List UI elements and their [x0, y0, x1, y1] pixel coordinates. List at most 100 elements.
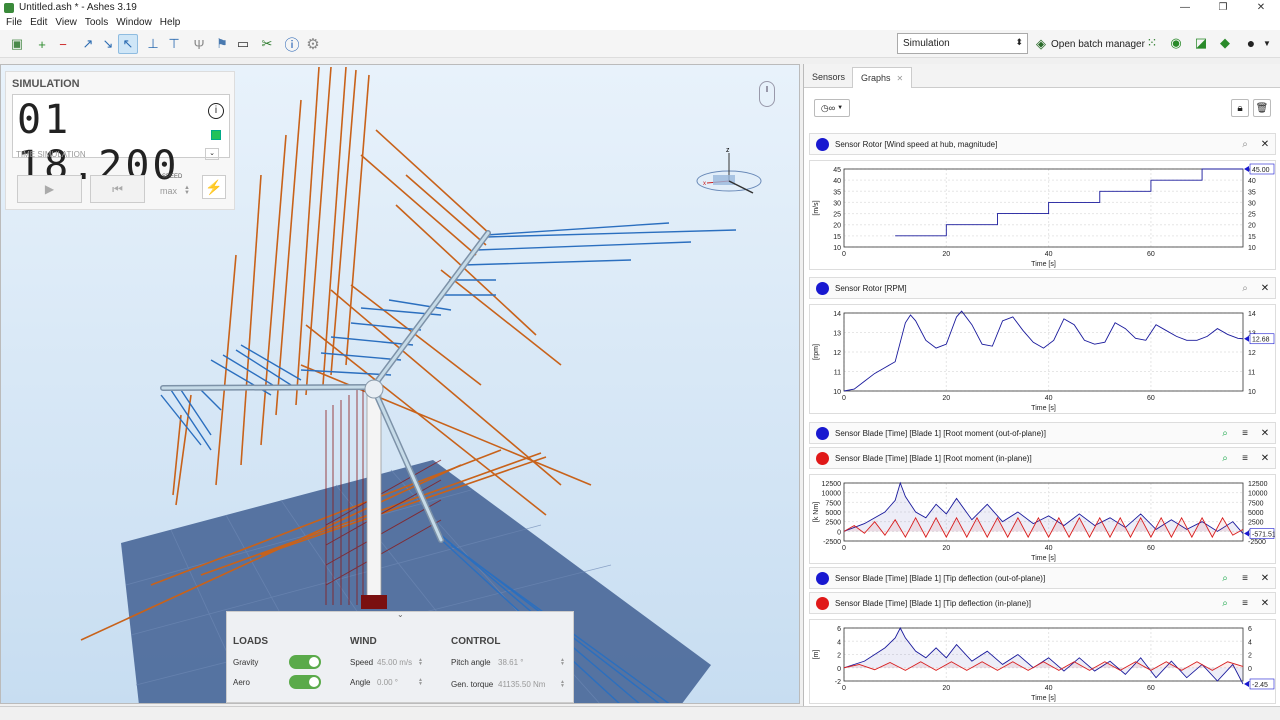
zoom-icon[interactable]: ⌕ [1215, 428, 1235, 439]
close-icon[interactable]: ✕ [897, 74, 904, 83]
gen-torque-input[interactable]: 41135.50 Nm [498, 680, 545, 689]
database-icon[interactable]: ◉ [1167, 34, 1185, 52]
remove-element-icon[interactable]: ↘ [98, 34, 118, 54]
menu-tools[interactable]: Tools [85, 17, 108, 28]
play-button[interactable]: ▶ [17, 175, 82, 203]
remove-sensor-icon[interactable]: ⊤ [164, 34, 184, 54]
add-node-icon[interactable]: + [32, 34, 52, 54]
menu-file[interactable]: File [6, 17, 22, 28]
series-color-dot[interactable] [816, 137, 829, 151]
reset-button[interactable]: ⏮ [90, 175, 145, 203]
zoom-icon[interactable]: ⌕ [1235, 283, 1255, 294]
close-button[interactable]: ✕ [1242, 0, 1280, 15]
y-tick-label-right: 0 [1248, 666, 1252, 673]
speed-value[interactable]: max [160, 186, 177, 196]
open-batch-manager-button[interactable]: ◈ Open batch manager [1036, 34, 1145, 54]
3d-viewport[interactable]: z x SIMULATION 01 18.200 i TIME SIMULATI… [0, 64, 800, 704]
chevron-down-icon[interactable]: ▼ [1258, 34, 1276, 52]
mode-select[interactable]: Simulation ⬍ [897, 33, 1028, 54]
speed-spinner[interactable]: ▲ ▼ [184, 185, 190, 196]
edit-icon[interactable]: ◪ [1192, 34, 1210, 52]
menu-icon[interactable]: ≡ [1235, 598, 1255, 609]
gravity-toggle[interactable] [289, 655, 321, 669]
close-icon[interactable]: ✕ [1255, 453, 1275, 464]
y-tick-label-right: 15 [1248, 234, 1256, 241]
y-tick-label: 10000 [822, 491, 842, 498]
gravity-label: Gravity [233, 658, 259, 667]
tools-icon[interactable]: ✂ [257, 34, 277, 54]
aero-toggle[interactable] [289, 675, 321, 689]
package-icon[interactable]: ◆ [1216, 34, 1234, 52]
remove-node-icon[interactable]: − [53, 34, 73, 54]
y-tick-label: 5000 [825, 510, 841, 517]
lightning-button[interactable]: ⚡ [202, 175, 226, 199]
sensor-header-root-out: Sensor Blade [Time] [Blade 1] [Root mome… [809, 422, 1276, 444]
readout-marker [1244, 335, 1249, 342]
gen-torque-spinner[interactable]: ▲ ▼ [560, 680, 565, 689]
zoom-icon[interactable]: ⌕ [1215, 598, 1235, 609]
close-icon[interactable]: ✕ [1255, 139, 1275, 150]
wind-speed-spinner[interactable]: ▲ ▼ [418, 658, 423, 667]
close-icon[interactable]: ✕ [1255, 598, 1275, 609]
readout-marker [1244, 530, 1249, 537]
pitch-angle-input[interactable]: 38.61 ° [498, 658, 523, 667]
series-color-dot[interactable] [816, 571, 829, 585]
menu-icon[interactable]: ≡ [1235, 453, 1255, 464]
wind-title: WIND [350, 636, 377, 647]
pitch-angle-spinner[interactable]: ▲ ▼ [560, 658, 565, 667]
close-icon[interactable]: ✕ [1255, 428, 1275, 439]
clock-dropdown[interactable]: ⌄ [205, 148, 219, 160]
zoom-icon[interactable]: ⌕ [1215, 453, 1235, 464]
grid-icon[interactable]: ⁙ [1143, 34, 1161, 52]
y-tick-label: 7500 [825, 500, 841, 507]
maximize-button[interactable]: ❐ [1204, 0, 1242, 15]
tab-graphs[interactable]: Graphs ✕ [852, 67, 913, 88]
info-icon[interactable]: ⓘ [282, 34, 302, 54]
y-tick-label: 13 [833, 331, 841, 338]
wind-speed-label: Speed [350, 658, 374, 667]
minimize-button[interactable]: — [1166, 0, 1204, 15]
wind-angle-input[interactable]: 0.00 ° [377, 678, 398, 687]
trash-button[interactable]: 🗑︎ [1253, 99, 1271, 117]
close-icon[interactable]: ✕ [1255, 573, 1275, 584]
add-element-icon[interactable]: ↗ [78, 34, 98, 54]
flag-icon[interactable]: ⚑ [212, 34, 232, 54]
y-axis-label: [rpm] [813, 344, 820, 360]
menu-icon[interactable]: ≡ [1235, 428, 1255, 439]
y-tick-label: 15 [833, 234, 841, 241]
open-file-icon[interactable]: ▣ [7, 34, 27, 54]
gear-icon[interactable]: ⚙ [303, 34, 323, 54]
series-color-dot[interactable] [816, 596, 829, 610]
series-color-dot[interactable] [816, 426, 829, 440]
menu-view[interactable]: View [55, 17, 77, 28]
y-tick-label-right: 30 [1248, 200, 1256, 207]
timer-dropdown[interactable]: ◷ ∞ ▼ [814, 99, 850, 117]
clock-info-icon[interactable]: i [208, 103, 224, 119]
readout-value: -571.51 [1252, 532, 1275, 539]
menu-window[interactable]: Window [116, 17, 152, 28]
lock-button[interactable]: 🔒︎ [1231, 99, 1249, 117]
y-tick-label-right: 2500 [1248, 520, 1264, 527]
y-tick-label-right: 11 [1248, 370, 1255, 377]
select-element-icon[interactable]: ↖ [118, 34, 138, 54]
menu-edit[interactable]: Edit [30, 17, 47, 28]
zoom-icon[interactable]: ⌕ [1235, 139, 1255, 150]
close-icon[interactable]: ✕ [1255, 283, 1275, 294]
x-tick-label: 40 [1045, 251, 1053, 258]
menu-icon[interactable]: ≡ [1235, 573, 1255, 584]
pitch-angle-label: Pitch angle [451, 658, 491, 667]
wind-speed-input[interactable]: 45.00 m/s [377, 658, 412, 667]
y-tick-label-right: 10 [1248, 245, 1256, 252]
y-tick-label: 4 [837, 639, 841, 646]
turbine-icon[interactable]: Ψ [189, 34, 209, 54]
menu-help[interactable]: Help [160, 17, 181, 28]
wind-angle-spinner[interactable]: ▲ ▼ [418, 678, 423, 687]
monitor-icon[interactable]: ▭ [233, 34, 253, 54]
x-tick-label: 40 [1045, 545, 1053, 552]
window-title: Untitled.ash * - Ashes 3.19 [19, 2, 137, 13]
add-sensor-icon[interactable]: ⊥ [143, 34, 163, 54]
panel-collapse-handle[interactable]: ⌄ [397, 610, 404, 619]
series-color-dot[interactable] [816, 451, 829, 465]
zoom-icon[interactable]: ⌕ [1215, 573, 1235, 584]
series-color-dot[interactable] [816, 281, 829, 295]
